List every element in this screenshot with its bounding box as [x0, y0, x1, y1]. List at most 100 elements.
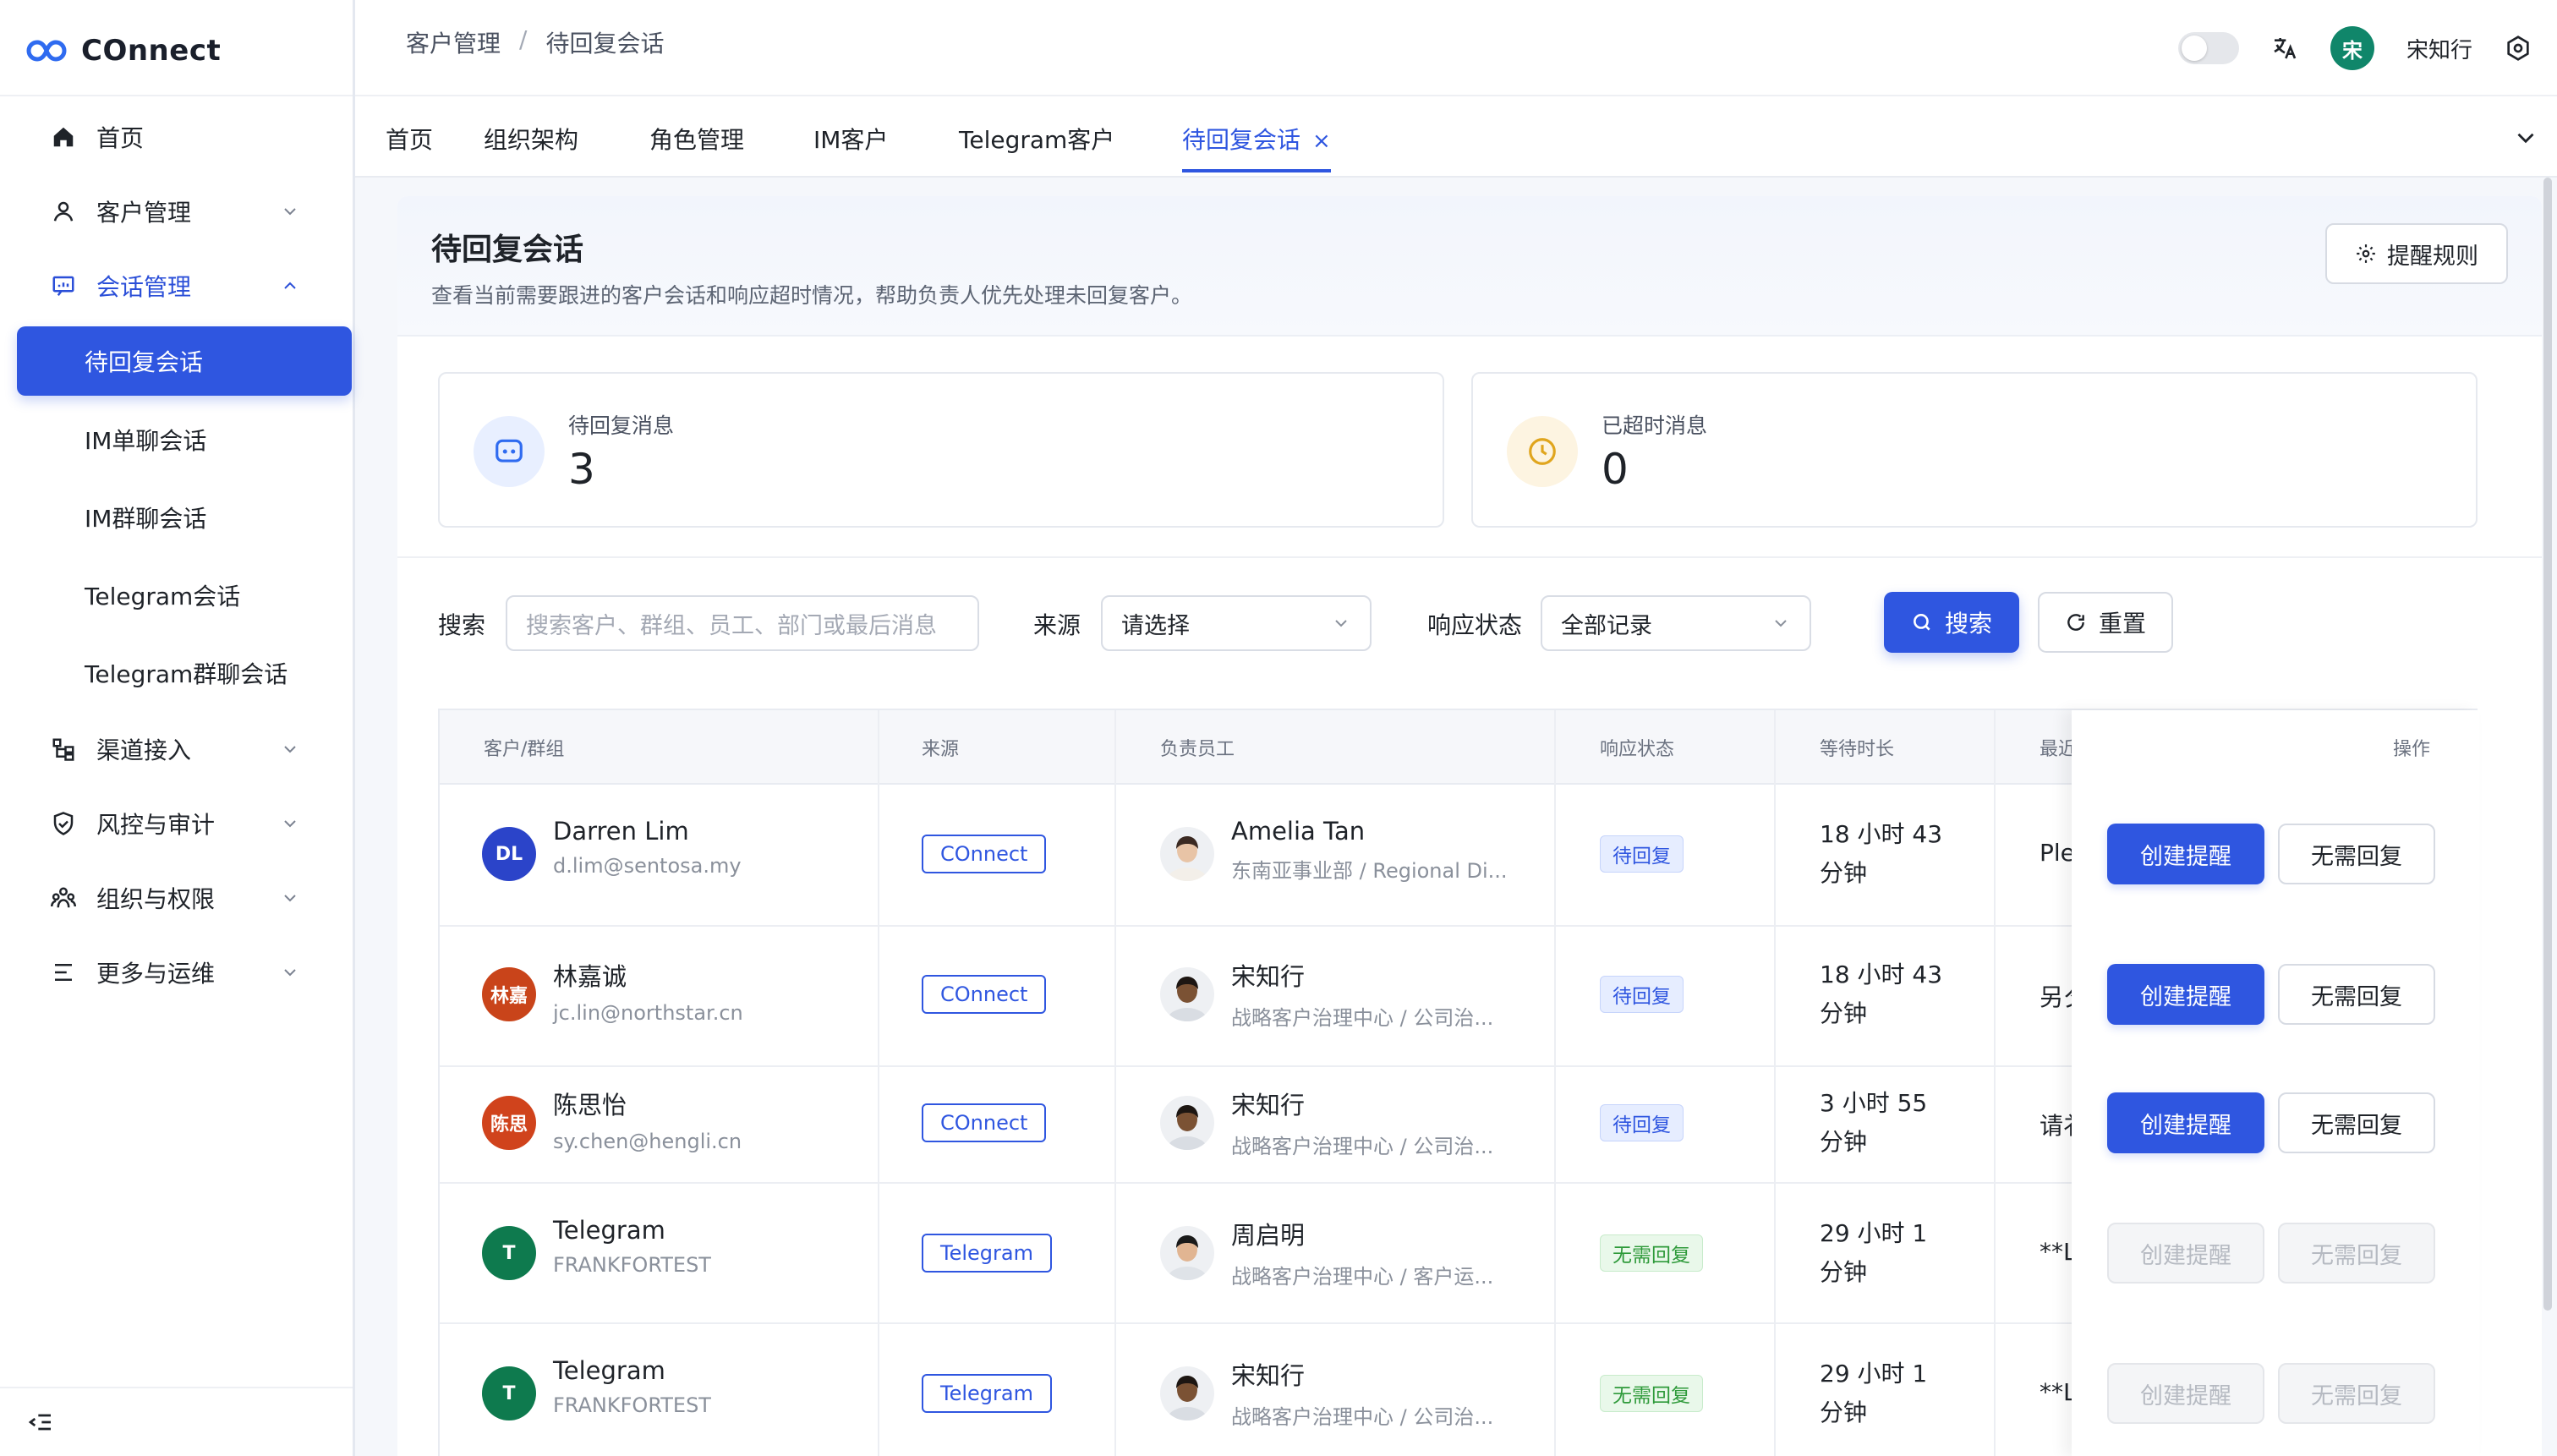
- close-icon[interactable]: ×: [1312, 129, 1331, 154]
- breadcrumb-item[interactable]: 客户管理: [406, 25, 501, 59]
- reminder-rules-label: 提醒规则: [2387, 243, 2478, 270]
- customer-avatar-initials: T: [482, 1226, 536, 1280]
- scrollbar-thumb[interactable]: [2543, 178, 2552, 1311]
- employee-info: 周启明 战略客户治理中心 / 客户运...: [1231, 1216, 1493, 1289]
- status-cell: 无需回复: [1600, 1234, 1703, 1272]
- user-name[interactable]: 宋知行: [2406, 33, 2472, 64]
- team-icon: [49, 884, 78, 912]
- source-select[interactable]: 请选择: [1101, 595, 1372, 651]
- no-reply-needed-button[interactable]: 无需回复: [2278, 1092, 2435, 1153]
- wait-time-unit: 分钟: [1820, 1258, 1868, 1286]
- tab-label: 待回复会话: [1182, 126, 1301, 154]
- sidebar-nav: 首页 客户管理 会话管理 待回复会话 IM单聊会话 IM群聊会话 Telegra…: [0, 100, 353, 1010]
- create-reminder-button[interactable]: 创建提醒: [2107, 1363, 2264, 1424]
- search-input[interactable]: 搜索客户、群组、员工、部门或最后消息: [506, 595, 979, 651]
- status-cell: 待回复: [1600, 976, 1684, 1013]
- sidebar-subitem-im-group[interactable]: IM群聊会话: [0, 479, 353, 556]
- sidebar-item-home[interactable]: 首页: [0, 100, 353, 174]
- create-reminder-button[interactable]: 创建提醒: [2107, 824, 2264, 884]
- sidebar-item-org[interactable]: 组织与权限: [0, 861, 353, 935]
- page-scrollbar[interactable]: [2537, 96, 2557, 1456]
- customer-avatar: 陈思: [482, 1096, 536, 1150]
- sidebar-item-conversations[interactable]: 会话管理: [0, 249, 353, 323]
- clock-icon: [1507, 416, 1578, 487]
- wait-time: 18 小时 43 分钟: [1820, 815, 1942, 893]
- no-reply-needed-button[interactable]: 无需回复: [2278, 1223, 2435, 1284]
- tab-im-customers[interactable]: IM客户: [813, 122, 888, 172]
- customer-info: Telegram FRANKFORTEST: [553, 1216, 711, 1277]
- employee-photo: [1160, 1096, 1214, 1163]
- employee-department: 战略客户治理中心 / 公司治...: [1231, 1135, 1494, 1158]
- app-logo[interactable]: COnnect: [25, 29, 221, 73]
- employee-photo: [1160, 1366, 1214, 1434]
- search-button[interactable]: 搜索: [1884, 592, 2019, 653]
- collapse-sidebar-icon[interactable]: [27, 1409, 54, 1436]
- status-select[interactable]: 全部记录: [1541, 595, 1811, 651]
- customer-avatar-initials: 林嘉: [482, 967, 536, 1021]
- chevron-down-icon[interactable]: [2511, 123, 2540, 152]
- sidebar-item-customers[interactable]: 客户管理: [0, 174, 353, 249]
- employee-avatar: [1160, 1096, 1214, 1163]
- section-divider: [397, 556, 2542, 558]
- create-reminder-button[interactable]: 创建提醒: [2107, 1092, 2264, 1153]
- employee-photo: [1160, 1226, 1214, 1294]
- sidebar: COnnect 首页 客户管理 会话管理 待回复会话 IM单聊会话 IM群聊会话…: [0, 0, 355, 1456]
- employee-avatar: [1160, 967, 1214, 1035]
- theme-toggle[interactable]: [2177, 32, 2239, 64]
- sidebar-subitem-telegram[interactable]: Telegram会话: [0, 556, 353, 634]
- sidebar-item-risk[interactable]: 风控与审计: [0, 786, 353, 861]
- sidebar-item-more[interactable]: 更多与运维: [0, 935, 353, 1010]
- source-tag: COnnect: [922, 975, 1047, 1014]
- sidebar-subitem-telegram-group[interactable]: Telegram群聊会话: [0, 634, 353, 712]
- tab-org[interactable]: 组织架构: [484, 122, 578, 172]
- chevron-down-icon: [284, 895, 296, 902]
- customer-contact: d.lim@sentosa.my: [553, 854, 742, 878]
- no-reply-needed-button[interactable]: 无需回复: [2278, 964, 2435, 1025]
- customer-name[interactable]: Darren Lim: [553, 817, 742, 846]
- employee-info: 宋知行 战略客户治理中心 / 公司治...: [1231, 957, 1493, 1031]
- stat-value: 3: [568, 445, 595, 494]
- reset-button[interactable]: 重置: [2038, 592, 2173, 653]
- customer-name[interactable]: Telegram: [553, 1356, 711, 1385]
- wait-time-unit: 分钟: [1820, 999, 1868, 1027]
- create-reminder-button[interactable]: 创建提醒: [2107, 964, 2264, 1025]
- wait-time-value: 3 小时 55: [1820, 1089, 1928, 1117]
- tab-roles[interactable]: 角色管理: [649, 122, 744, 172]
- employee-photo: [1160, 967, 1214, 1035]
- customer-info: 陈思怡 sy.chen@hengli.cn: [553, 1086, 742, 1153]
- chevron-up-icon: [284, 282, 296, 289]
- gear-icon: [2357, 244, 2375, 263]
- reminder-rules-button[interactable]: 提醒规则: [2325, 223, 2508, 284]
- customer-name[interactable]: 林嘉诚: [553, 957, 743, 993]
- employee-photo: [1160, 827, 1214, 895]
- sidebar-item-label: 渠道接入: [96, 736, 192, 764]
- sidebar-divider: [0, 95, 353, 96]
- customer-avatar: T: [482, 1366, 536, 1420]
- tab-pending[interactable]: 待回复会话 ×: [1182, 122, 1331, 172]
- status-select-value: 全部记录: [1561, 612, 1652, 639]
- customer-contact: FRANKFORTEST: [553, 1393, 711, 1417]
- column-header: 响应状态: [1600, 739, 1675, 760]
- status-badge: 待回复: [1600, 976, 1684, 1013]
- sidebar-subitem-pending[interactable]: 待回复会话: [17, 326, 352, 396]
- customer-name[interactable]: 陈思怡: [553, 1086, 742, 1121]
- list-icon: [49, 958, 78, 987]
- column-header: 负责员工: [1160, 739, 1235, 760]
- no-reply-needed-button[interactable]: 无需回复: [2278, 824, 2435, 884]
- chevron-down-icon: [284, 820, 296, 828]
- no-reply-needed-button[interactable]: 无需回复: [2278, 1363, 2435, 1424]
- tab-home[interactable]: 首页: [386, 122, 433, 172]
- sidebar-subitem-im-single[interactable]: IM单聊会话: [0, 401, 353, 479]
- wait-time-unit: 分钟: [1820, 859, 1868, 887]
- customer-contact: sy.chen@hengli.cn: [553, 1130, 742, 1153]
- translate-icon[interactable]: [2271, 35, 2298, 62]
- tab-telegram-customers[interactable]: Telegram客户: [959, 122, 1114, 172]
- source-cell: Telegram: [922, 1234, 1052, 1273]
- create-reminder-button[interactable]: 创建提醒: [2107, 1223, 2264, 1284]
- settings-icon[interactable]: [2505, 35, 2532, 62]
- user-avatar[interactable]: 宋: [2330, 26, 2374, 70]
- employee-department: 战略客户治理中心 / 公司治...: [1231, 1006, 1494, 1030]
- customer-name[interactable]: Telegram: [553, 1216, 711, 1245]
- breadcrumb-separator: /: [519, 25, 528, 53]
- sidebar-item-channels[interactable]: 渠道接入: [0, 712, 353, 786]
